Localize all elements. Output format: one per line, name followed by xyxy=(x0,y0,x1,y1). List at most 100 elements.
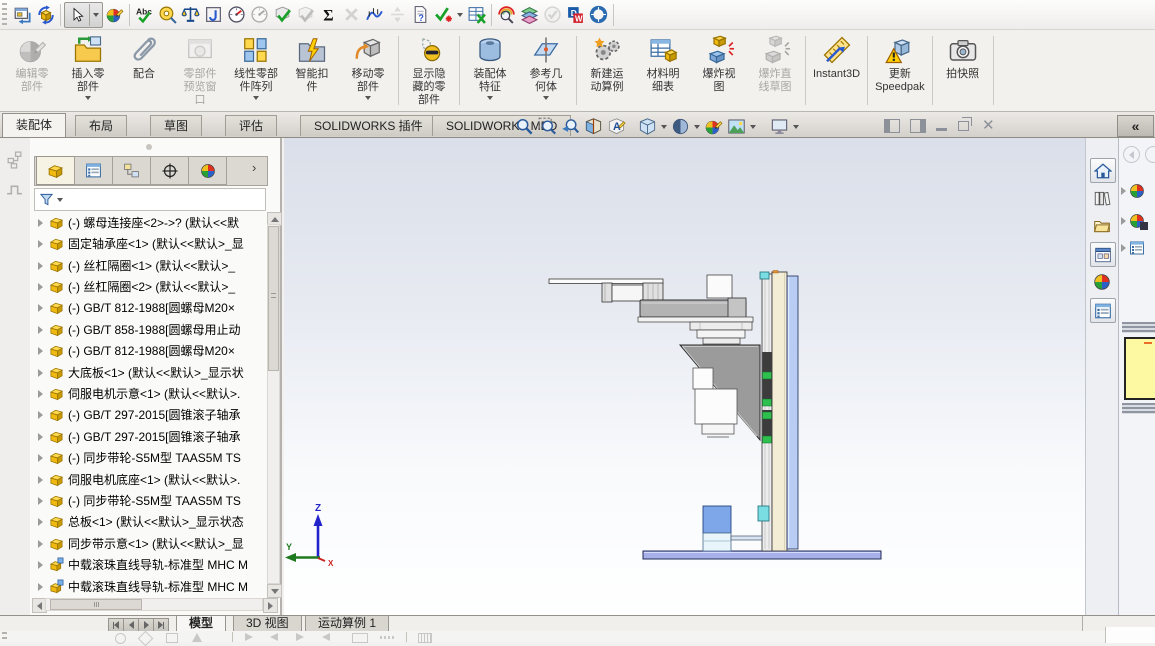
bill-of-materials-button[interactable]: 材料明 细表 xyxy=(635,30,691,111)
tree-scroll-down[interactable] xyxy=(267,584,282,598)
driveworksxpress-icon[interactable] xyxy=(564,3,587,27)
expand-arrow-icon[interactable] xyxy=(38,218,43,227)
section-view-icon[interactable] xyxy=(584,117,603,136)
expand-arrow-icon[interactable] xyxy=(38,453,43,462)
expand-arrow-icon[interactable] xyxy=(38,517,43,526)
window-layout-icon[interactable] xyxy=(11,3,34,27)
insert-component-button[interactable]: 插入零 部件 xyxy=(60,30,116,111)
tree-item[interactable]: 大底板<1> (默认<<默认>_显示状 xyxy=(30,362,268,383)
step-function-icon[interactable] xyxy=(5,180,24,199)
update-speedpak-button[interactable]: 更新 Speedpak xyxy=(870,30,930,111)
edit-appearance-icon[interactable] xyxy=(103,3,126,27)
appearances-scenes-tab[interactable] xyxy=(1090,270,1114,293)
expand-pane-arrow[interactable]: › xyxy=(252,160,256,175)
tab-scroll-prev[interactable] xyxy=(123,618,139,632)
insert-component-caret[interactable] xyxy=(85,96,91,100)
spell-check-icon[interactable] xyxy=(133,3,156,27)
tab-scroll-first[interactable] xyxy=(108,618,124,632)
expand-arrow-icon[interactable] xyxy=(38,410,43,419)
apply-scene-caret[interactable] xyxy=(750,124,756,129)
graphics-viewport[interactable]: Z Y X xyxy=(284,138,1155,615)
new-motion-study-button[interactable]: 新建运 动算例 xyxy=(579,30,635,111)
assembly-visualization-icon[interactable] xyxy=(495,3,518,27)
check-document-icon[interactable] xyxy=(271,3,294,27)
close-button[interactable]: ✕ xyxy=(982,116,995,134)
taskpane-tree-item[interactable] xyxy=(1121,183,1145,199)
tree-item[interactable]: (-) 丝杠隔圈<2> (默认<<默认>_ xyxy=(30,276,268,297)
display-style-caret[interactable] xyxy=(694,124,700,129)
expand-arrow-icon[interactable] xyxy=(38,539,43,548)
select-tool-button[interactable] xyxy=(64,1,103,28)
expand-arrow-icon[interactable] xyxy=(38,261,43,270)
view-orientation-caret[interactable] xyxy=(661,124,667,129)
custom-properties-tab[interactable] xyxy=(1090,298,1116,323)
measure-icon[interactable] xyxy=(156,3,179,27)
assembly-features-button[interactable]: 装配体 特征 xyxy=(462,30,518,111)
appearance-swatch-yellow[interactable] xyxy=(1124,337,1155,400)
expand-arrow-icon[interactable] xyxy=(38,560,43,569)
tab-assembly[interactable]: 装配体 xyxy=(2,113,67,137)
reference-geometry-caret[interactable] xyxy=(543,96,549,100)
rebuild-icon[interactable] xyxy=(34,3,57,27)
assembly-structure-icon[interactable] xyxy=(5,150,24,169)
equations-icon[interactable] xyxy=(317,3,340,27)
panel-splitter-dot[interactable] xyxy=(146,144,152,150)
collapse-taskpane-button[interactable]: « xyxy=(1117,115,1154,137)
tab-featuremanager[interactable] xyxy=(36,156,75,185)
taskpane-back-button[interactable] xyxy=(1123,146,1140,163)
restore-button[interactable] xyxy=(958,117,972,131)
tab-layout[interactable]: 布局 xyxy=(75,115,128,136)
take-snapshot-button[interactable]: 拍快照 xyxy=(935,30,991,111)
edit-appearance-viewport-icon[interactable] xyxy=(704,117,723,136)
tree-item[interactable]: 固定轴承座<1> (默认<<默认>_显 xyxy=(30,233,268,254)
solidworks-resources-tab[interactable] xyxy=(1090,158,1116,183)
previous-view-icon[interactable] xyxy=(561,117,580,136)
tree-item[interactable]: (-) GB/T 812-1988[圆螺母M20× xyxy=(30,297,268,318)
section-properties-icon[interactable] xyxy=(202,3,225,27)
design-checker-icon[interactable] xyxy=(432,3,455,27)
tree-scrollbar-thumb[interactable] xyxy=(268,226,279,371)
expand-arrow-icon[interactable] xyxy=(38,282,43,291)
tab-sketch[interactable]: 草图 xyxy=(150,115,203,136)
select-dropdown-caret[interactable] xyxy=(93,12,99,17)
linear-pattern-button[interactable]: 线性零部 件阵列 xyxy=(228,30,284,111)
file-explorer-tab[interactable] xyxy=(1090,214,1114,237)
view-settings-caret[interactable] xyxy=(793,124,799,129)
tab-3d-views[interactable]: 3D 视图 xyxy=(233,616,302,632)
expand-arrow-icon[interactable] xyxy=(38,346,43,355)
dock-left-button[interactable] xyxy=(884,119,900,133)
view-orientation-icon[interactable] xyxy=(638,117,657,136)
tree-item[interactable]: 中载滚珠直线导轨-标准型 MHC M xyxy=(30,554,268,575)
expand-arrow-icon[interactable] xyxy=(38,368,43,377)
document-properties-icon[interactable] xyxy=(409,3,432,27)
tab-scroll-next[interactable] xyxy=(138,618,154,632)
costing-layers-icon[interactable] xyxy=(518,3,541,27)
tree-item[interactable]: (-) GB/T 858-1988[圆螺母用止动 xyxy=(30,319,268,340)
routing-icon[interactable] xyxy=(587,3,610,27)
expand-arrow-icon[interactable] xyxy=(38,432,43,441)
curvature-icon[interactable] xyxy=(363,3,386,27)
tab-propertymanager[interactable] xyxy=(74,156,113,185)
tree-hscrollbar-thumb[interactable] xyxy=(50,599,142,610)
tab-configurationmanager[interactable] xyxy=(112,156,151,185)
tree-item[interactable]: (-) 同步带轮-S5M型 TAAS5M TS xyxy=(30,447,268,468)
move-component-button[interactable]: 移动零 部件 xyxy=(340,30,396,111)
tree-item[interactable]: (-) 螺母连接座<2>->? (默认<<默 xyxy=(30,212,268,233)
tab-evaluate[interactable]: 评估 xyxy=(225,115,278,136)
tree-item[interactable]: (-) GB/T 297-2015[圆锥滚子轴承 xyxy=(30,404,268,425)
zoom-area-icon[interactable] xyxy=(538,117,557,136)
tree-item[interactable]: 伺服电机底座<1> (默认<<默认>. xyxy=(30,469,268,490)
show-hidden-components-button[interactable]: 显示隐 藏的零 部件 xyxy=(401,30,457,111)
mass-properties-icon[interactable] xyxy=(179,3,202,27)
tree-item[interactable]: (-) GB/T 297-2015[圆锥滚子轴承 xyxy=(30,426,268,447)
zoom-fit-icon[interactable] xyxy=(515,117,534,136)
design-checker-caret[interactable] xyxy=(457,12,463,17)
tree-item[interactable]: 伺服电机示意<1> (默认<<默认>. xyxy=(30,383,268,404)
taskpane-tree-item[interactable] xyxy=(1121,240,1145,256)
tree-item[interactable]: (-) 同步带轮-S5M型 TAAS5M TS xyxy=(30,490,268,511)
tree-item[interactable]: (-) GB/T 812-1988[圆螺母M20× xyxy=(30,340,268,361)
minimize-button[interactable] xyxy=(936,128,947,131)
tab-motion-study-1[interactable]: 运动算例 1 xyxy=(305,616,390,632)
reference-geometry-button[interactable]: 参考几 何体 xyxy=(518,30,574,111)
tab-solidworks-addins[interactable]: SOLIDWORKS 插件 xyxy=(300,115,437,136)
